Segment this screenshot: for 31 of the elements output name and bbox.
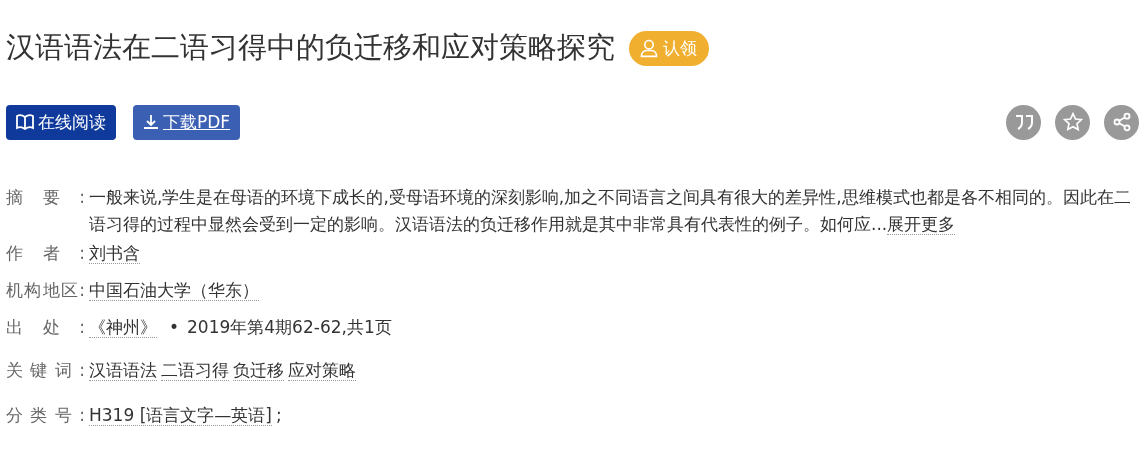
abstract-text: 一般来说,学生是在母语的环境下成长的,受母语环境的深刻影响,加之不同语言之间具有很大的差异性,思维模式也都是各不相同的。因此在二语习得的过程中显然会受到一定的影响。汉语语法的负迁移作用就是其中非常具有代表性的例子。如何应...展开更多 xyxy=(89,186,1132,237)
classification-link[interactable]: H319 [语言文字—英语] xyxy=(89,405,272,426)
star-icon xyxy=(1062,112,1083,132)
issue-text: 2019年第4期62-62,共1页 xyxy=(187,317,392,337)
field-label: 出处: xyxy=(6,316,85,339)
field-link[interactable]: 负迁移 xyxy=(233,360,284,381)
expand-more-link[interactable]: 展开更多 xyxy=(887,214,956,235)
article-title: 汉语语法在二语习得中的负迁移和应对策略探究 xyxy=(6,29,615,66)
read-online-button[interactable]: 在线阅读 xyxy=(6,104,116,140)
field-label: 作者: xyxy=(6,242,85,265)
cite-button[interactable] xyxy=(1006,104,1041,140)
share-button[interactable] xyxy=(1104,104,1139,140)
separator-dot: • xyxy=(169,317,180,337)
field-label: 摘要: xyxy=(6,186,85,209)
field-label: 分类号: xyxy=(6,404,85,427)
field-link[interactable]: 刘书含 xyxy=(89,243,140,264)
journal-link[interactable]: 《神州》 xyxy=(89,317,157,338)
field-link[interactable]: 汉语语法 xyxy=(89,360,157,381)
field-label: 机构地区: xyxy=(6,279,85,302)
favorite-button[interactable] xyxy=(1055,104,1090,140)
field-link[interactable]: 中国石油大学（华东） xyxy=(89,280,259,301)
download-icon xyxy=(143,114,159,130)
quote-icon xyxy=(1013,114,1034,130)
download-pdf-button[interactable]: 下载PDF xyxy=(133,104,241,140)
share-icon xyxy=(1111,112,1132,132)
field-link[interactable]: 二语习得 xyxy=(161,360,229,381)
field-label: 关键词: xyxy=(6,359,85,382)
person-icon xyxy=(639,38,659,58)
separator-text: ; xyxy=(275,405,282,425)
field-link[interactable]: 应对策略 xyxy=(288,360,356,381)
book-icon xyxy=(16,114,34,130)
